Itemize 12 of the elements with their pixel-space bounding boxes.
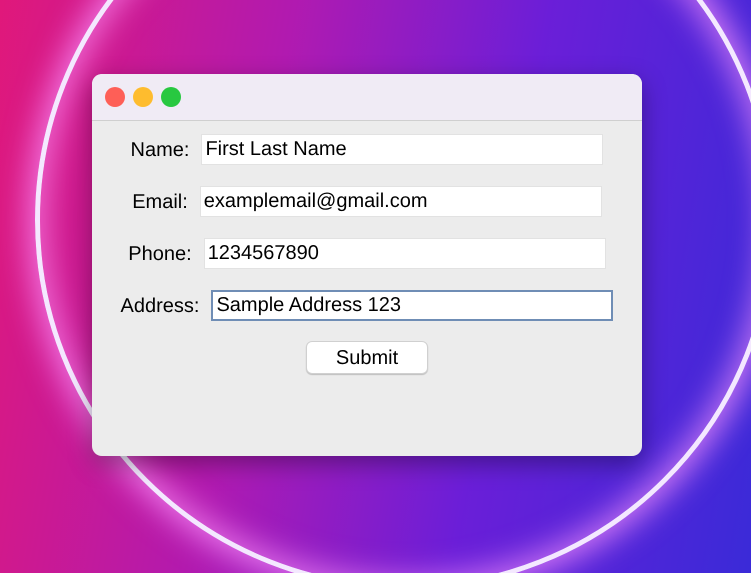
text-field[interactable]: First Last Name (201, 134, 604, 165)
close-button[interactable] (105, 87, 125, 107)
field-label: Email: (132, 190, 188, 214)
submit-button[interactable]: Submit (306, 341, 428, 374)
zoom-button[interactable] (161, 87, 181, 107)
text-field[interactable]: examplemail@gmail.com (200, 186, 602, 217)
text-field[interactable]: 1234567890 (204, 238, 606, 269)
minimize-button[interactable] (133, 87, 153, 107)
field-label: Name: (130, 138, 190, 162)
field-label: Phone: (128, 242, 192, 266)
text-field[interactable]: Sample Address 123 (211, 290, 614, 321)
field-label: Address: (120, 294, 200, 318)
